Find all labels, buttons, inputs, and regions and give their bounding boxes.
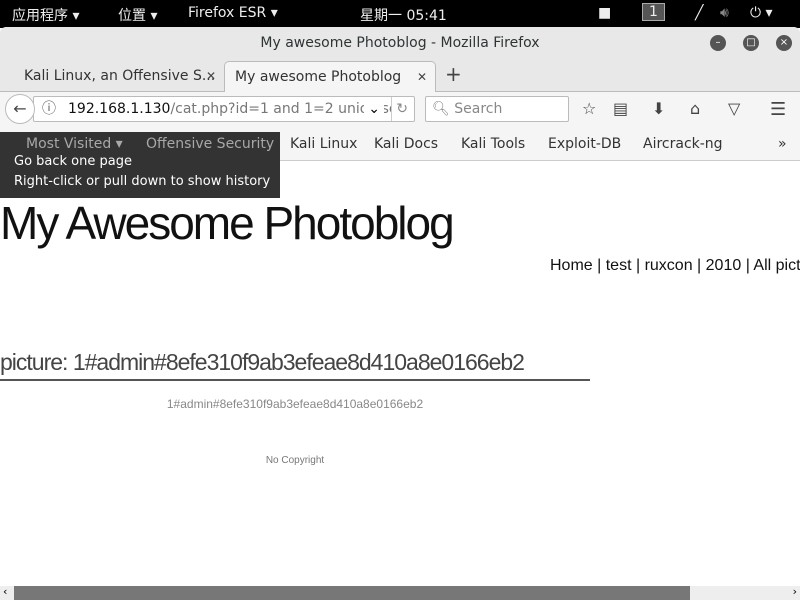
tooltip-line: Go back one page [14, 154, 132, 169]
reload-icon[interactable]: ↻ [391, 97, 408, 121]
url-host: 192.168.1.130 [68, 101, 171, 117]
active-app-menu[interactable]: Firefox ESR ▾ [188, 5, 278, 21]
nav-2010[interactable]: 2010 [706, 257, 742, 274]
window-title: My awesome Photoblog - Mozilla Firefox [260, 35, 540, 51]
home-icon[interactable]: ⌂ [690, 99, 700, 118]
tab-label: Kali Linux, an Offensive S... [24, 68, 216, 84]
close-tab-icon[interactable]: ✕ [206, 61, 216, 91]
tooltip-line: Right-click or pull down to show history [14, 174, 271, 189]
new-tab-button[interactable]: + [445, 62, 462, 86]
scroll-right-icon[interactable]: › [793, 585, 797, 598]
network-icon: ╱ [695, 5, 704, 21]
bookmark-offensive-security[interactable]: Offensive Security [146, 136, 274, 152]
overflow-chevron-icon[interactable]: » [778, 136, 787, 152]
bookmark-kali-linux[interactable]: Kali Linux [290, 136, 357, 152]
bookmark-most-visited[interactable]: Most Visited ▾ [26, 136, 123, 152]
bookmark-kali-docs[interactable]: Kali Docs [374, 136, 438, 152]
scrollbar-thumb[interactable] [14, 586, 690, 600]
nav-test[interactable]: test [606, 257, 632, 274]
tab-kali-linux[interactable]: Kali Linux, an Offensive S... ✕ [14, 61, 224, 92]
tab-label: My awesome Photoblog [235, 69, 402, 85]
clock[interactable]: 星期一 05:41 [360, 5, 447, 25]
search-placeholder: Search [454, 101, 503, 117]
applications-menu[interactable]: 应用程序 ▾ [12, 5, 79, 25]
menu-icon[interactable]: ☰ [770, 99, 786, 120]
bookmark-kali-tools[interactable]: Kali Tools [461, 136, 525, 152]
footer: No Copyright [265, 455, 325, 466]
tab-photoblog[interactable]: My awesome Photoblog ✕ [224, 61, 436, 92]
bookmark-aircrack-ng[interactable]: Aircrack-ng [643, 136, 723, 152]
workspace-indicator[interactable]: 1 [642, 3, 665, 21]
info-icon[interactable]: ⓘ [42, 97, 56, 121]
back-button[interactable]: ← [5, 94, 35, 124]
download-icon[interactable]: ⬇ [652, 99, 665, 118]
bookmark-star-icon[interactable]: ☆ [582, 99, 596, 118]
scroll-left-icon[interactable]: ‹ [3, 585, 7, 598]
search-input[interactable]: 🔍︎ Search [425, 96, 569, 122]
volume-icon: 🔊︎ [720, 5, 729, 21]
window-title-bar: My awesome Photoblog - Mozilla Firefox –… [0, 27, 800, 59]
nav-ruxcon[interactable]: ruxcon [645, 257, 693, 274]
camera-icon: ■ [598, 5, 612, 21]
minimize-button[interactable]: – [710, 35, 726, 51]
places-menu[interactable]: 位置 ▾ [118, 5, 157, 25]
tab-strip: Kali Linux, an Offensive S... ✕ My aweso… [0, 59, 800, 92]
system-top-bar: 应用程序 ▾ 位置 ▾ Firefox ESR ▾ 星期一 05:41 ■ 1 … [0, 0, 800, 28]
close-window-button[interactable]: × [776, 35, 792, 51]
site-title: My Awesome Photoblog [0, 197, 455, 249]
nav-all-pictures[interactable]: All pict [753, 257, 800, 274]
close-tab-icon[interactable]: ✕ [417, 62, 427, 92]
maximize-button[interactable]: □ [743, 35, 759, 51]
picture-caption: 1#admin#8efe310f9ab3efeae8d410a8e0166eb2 [166, 397, 424, 411]
bookmark-exploit-db[interactable]: Exploit-DB [548, 136, 621, 152]
pocket-icon[interactable]: ▽ [728, 99, 740, 118]
reading-list-icon[interactable]: ▤ [613, 99, 628, 118]
power-icon[interactable]: ⏻ ▾ [750, 5, 773, 21]
url-bar[interactable]: ⓘ 192.168.1.130/cat.php?id=1 and 1=2 uni… [33, 96, 415, 122]
nav-home[interactable]: Home [550, 257, 593, 274]
picture-heading: picture: 1#admin#8efe310f9ab3efeae8d410a… [0, 349, 590, 381]
chevron-down-icon[interactable]: ⌄ [364, 97, 384, 121]
site-nav: Home | test | ruxcon | 2010 | All pict [550, 257, 800, 274]
